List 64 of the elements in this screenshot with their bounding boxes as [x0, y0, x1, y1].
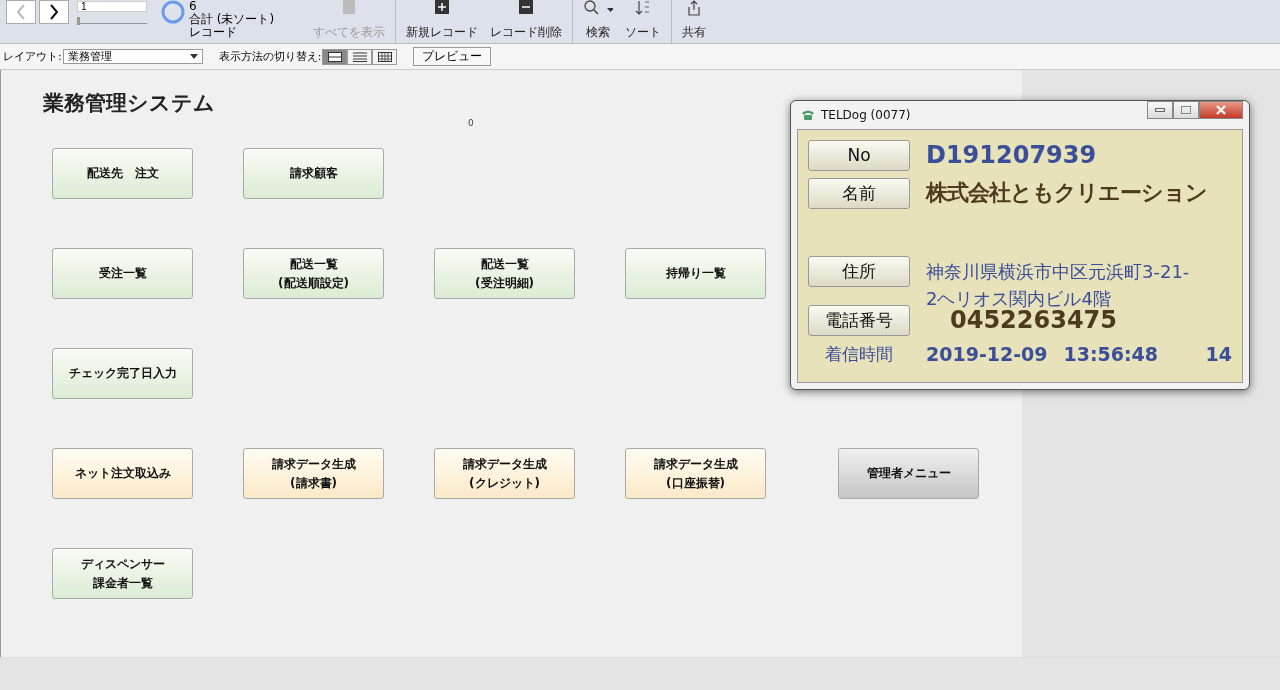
layout-dropdown[interactable]: 業務管理	[62, 49, 203, 64]
search-icon	[583, 0, 613, 16]
minus-icon	[519, 0, 533, 14]
record-no-value: D191207939	[926, 141, 1097, 169]
name-value: 株式会社ともクリエーション	[926, 179, 1207, 207]
call-date: 2019-12-09	[926, 343, 1048, 365]
telephone-icon	[801, 109, 815, 121]
record-pie-icon	[161, 0, 185, 24]
menu-button[interactable]: ディスペンサー 課金者一覧	[52, 548, 193, 599]
close-button[interactable]	[1199, 101, 1243, 119]
page-title: 業務管理システム	[43, 90, 215, 117]
layout-label: レイアウト:	[3, 49, 62, 64]
call-time-label: 着信時間	[824, 342, 894, 366]
no-label-button[interactable]: No	[808, 139, 910, 171]
menu-button[interactable]: 受注一覧	[52, 248, 193, 299]
menu-button[interactable]: 配送一覧 (配送順設定)	[243, 248, 384, 299]
window-title: TELDog (0077)	[821, 108, 911, 122]
form-view-button[interactable]	[322, 48, 348, 65]
phone-label-button[interactable]: 電話番号	[808, 304, 910, 336]
menu-button[interactable]: 持帰り一覧	[625, 248, 766, 299]
plus-icon	[435, 0, 449, 14]
next-record-button[interactable]	[39, 0, 69, 24]
maximize-icon	[1181, 106, 1191, 114]
call-count: 14	[1205, 343, 1232, 365]
list-view-icon	[352, 51, 367, 62]
minimize-icon	[1155, 108, 1165, 112]
record-count: 6	[189, 0, 198, 13]
menu-button[interactable]: 請求データ生成 (口座振替)	[625, 448, 766, 499]
menu-button[interactable]: 配送一覧 (受注明細)	[434, 248, 575, 299]
address-value: 神奈川県横浜市中区元浜町3-21-2ヘリオス関内ビル4階	[926, 260, 1191, 310]
records-label: レコード	[189, 26, 238, 39]
chevron-right-icon	[48, 4, 60, 20]
search-button[interactable]: 検索	[577, 0, 619, 40]
sort-icon	[635, 0, 651, 16]
address-label-button[interactable]: 住所	[808, 256, 910, 287]
table-view-button[interactable]	[372, 48, 398, 65]
menu-button[interactable]: 管理者メニュー	[838, 448, 979, 499]
share-button[interactable]: 共有	[676, 0, 712, 40]
menu-button[interactable]: 配送先 注文	[52, 148, 193, 199]
sort-button[interactable]: ソート	[619, 0, 667, 40]
maximize-button[interactable]	[1173, 101, 1199, 119]
menu-button[interactable]: 請求データ生成 (請求書)	[243, 448, 384, 499]
share-icon	[686, 0, 702, 16]
menu-button[interactable]: 請求顧客	[243, 148, 384, 199]
delete-button[interactable]: レコード削除	[484, 0, 568, 40]
record-number-field[interactable]: 1	[77, 1, 147, 12]
name-label-button[interactable]: 名前	[808, 177, 910, 209]
menu-button[interactable]: チェック完了日入力	[52, 348, 193, 399]
caret-icon	[189, 54, 198, 59]
minimize-button[interactable]	[1147, 101, 1173, 119]
record-slider[interactable]	[77, 17, 147, 24]
chevron-left-icon	[15, 4, 27, 20]
menu-button[interactable]: 請求データ生成 (クレジット)	[434, 448, 575, 499]
close-icon	[1215, 105, 1227, 115]
table-view-icon	[377, 51, 392, 62]
counter-value: 0	[468, 118, 474, 128]
sort-status: 合計 (未ソート)	[189, 13, 276, 26]
call-time: 13:56:48	[1063, 343, 1159, 365]
list-view-button[interactable]	[347, 48, 373, 65]
view-switch-label: 表示方法の切り替え:	[218, 49, 322, 64]
new-button[interactable]: 新規レコード	[400, 0, 484, 40]
menu-button[interactable]: ネット注文取込み	[52, 448, 193, 499]
form-view-icon	[327, 51, 342, 62]
preview-button[interactable]: プレビュー	[413, 47, 492, 66]
